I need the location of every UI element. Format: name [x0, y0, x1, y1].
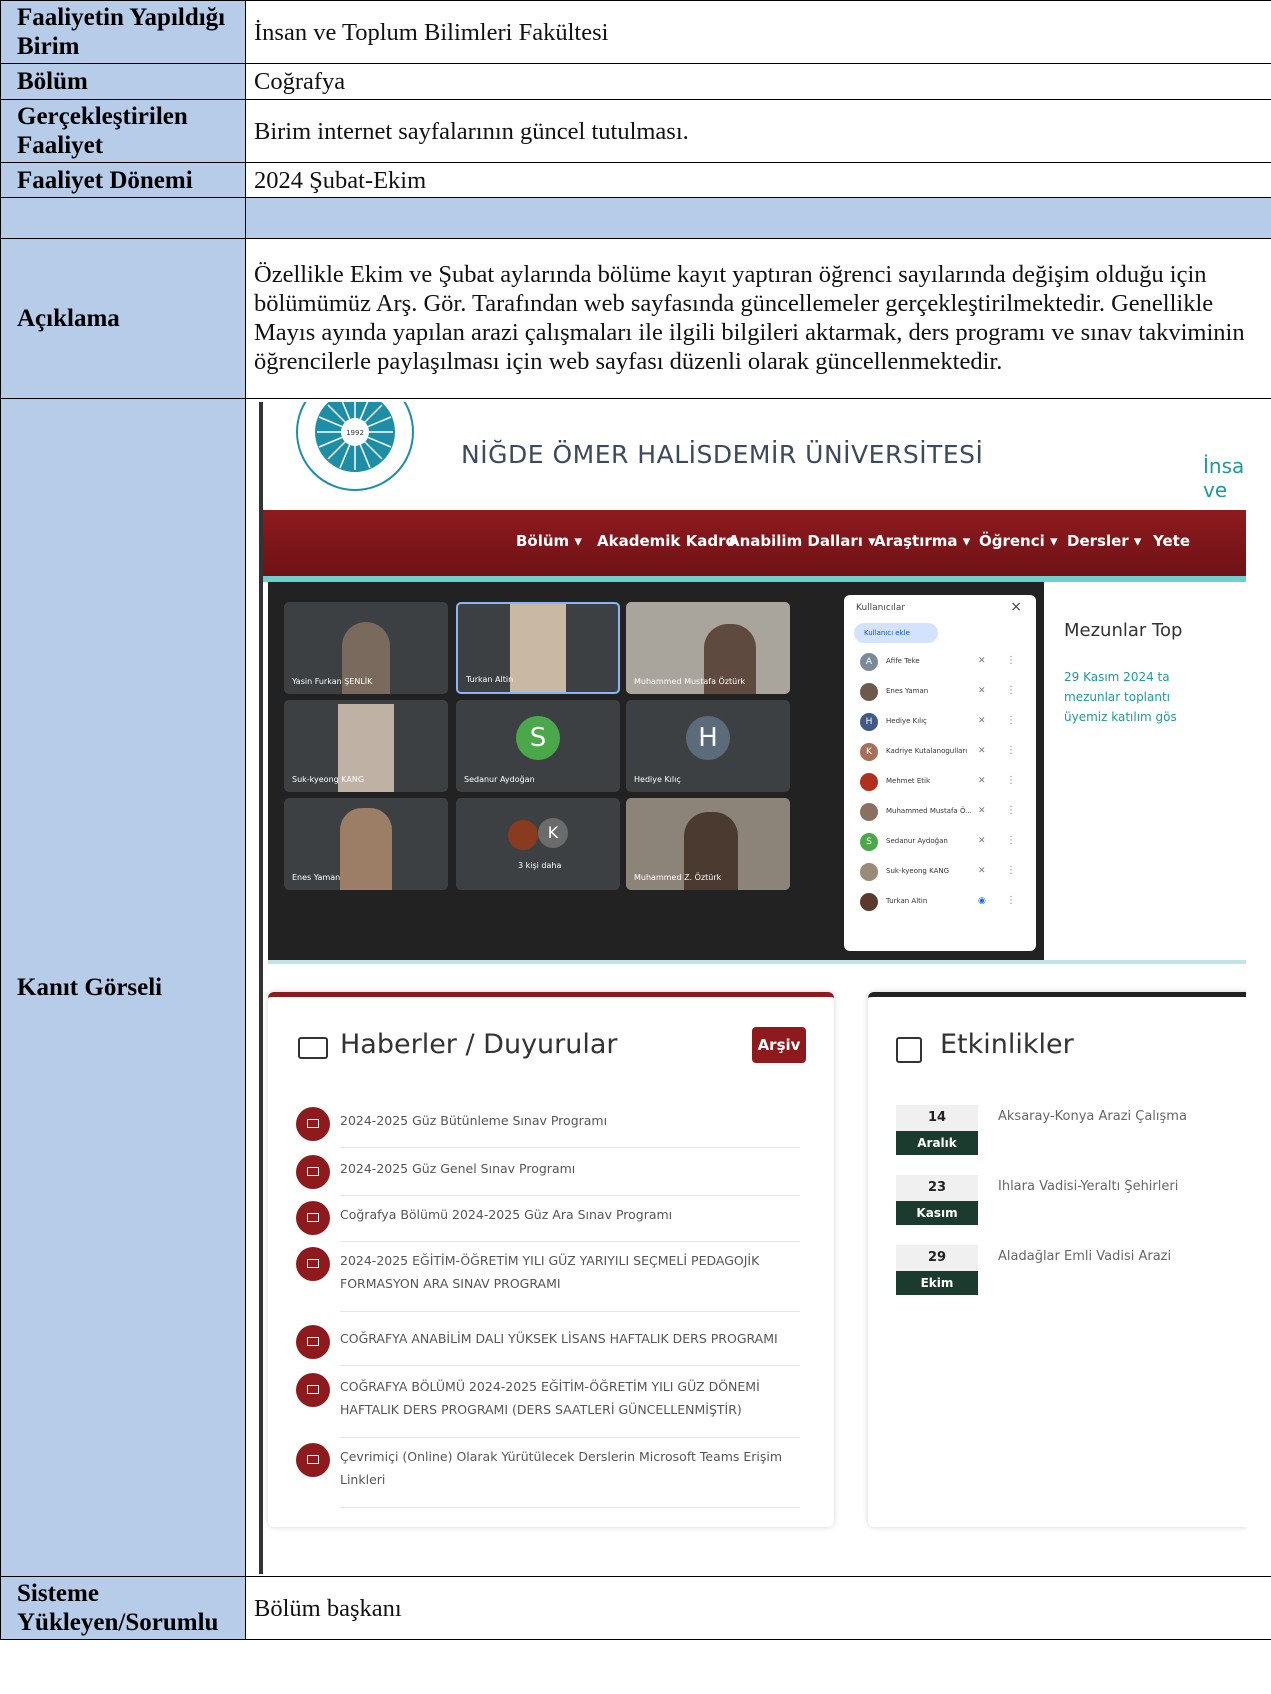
tile-name: Enes Yaman [292, 872, 341, 882]
video-tile: H Hediye Kılıç [626, 699, 790, 792]
tile-name: Muhammed Z. Öztürk [634, 872, 722, 882]
events-card: Etkinlikler 14 Aralık Aksaray-Konya Araz… [868, 991, 1246, 1527]
video-tile: S Sedanur Aydoğan [456, 699, 620, 792]
video-tile: Muhammed Mustafa Öztürk [626, 601, 790, 694]
event-day: 29 [896, 1244, 978, 1271]
calendar-icon [896, 1036, 922, 1063]
section-divider [268, 959, 1246, 964]
add-user-button[interactable]: Kullanıcı ekle [854, 622, 938, 643]
nav-item-akademik-kadro[interactable]: Akademik Kadro [597, 532, 736, 550]
event-month: Kasım [896, 1200, 978, 1225]
participants-title: Kullanıcılar [856, 602, 906, 613]
activity-value: Birim internet sayfalarının güncel tutul… [245, 99, 1271, 163]
news-icon [296, 1442, 330, 1477]
website-screenshot: 1992 NİĞDE ÖMER HALİSDEMİR ÜNİVERSİTESİ … [246, 401, 1246, 1574]
nav-item-ogrenci[interactable]: Öğrenci ▾ [979, 532, 1058, 550]
tile-name: Turkan Altin [466, 674, 514, 684]
newspaper-icon [298, 1036, 328, 1059]
logo-year: 1992 [346, 429, 364, 437]
nav-item-yete[interactable]: Yete [1153, 532, 1190, 550]
participant-video [510, 603, 566, 692]
faculty-link[interactable]: İnsan ve [1203, 454, 1246, 502]
video-tile: Enes Yaman [284, 797, 448, 890]
close-icon[interactable]: × [1010, 599, 1022, 615]
video-tile: Muhammed Z. Öztürk [626, 797, 790, 890]
university-name: NİĞDE ÖMER HALİSDEMİR ÜNİVERSİTESİ [461, 439, 984, 469]
event-month: Aralık [896, 1130, 978, 1155]
news-icon [296, 1154, 330, 1189]
participants-panel: Kullanıcılar × Kullanıcı ekle A Afife Tek… [844, 594, 1036, 951]
event-item[interactable]: 14 Aralık Aksaray-Konya Arazi Çalışma [896, 1104, 1246, 1157]
tile-name: Suk-kyeong KANG [292, 774, 365, 784]
news-card: Haberler / Duyurular Arşiv 2024-2025 Güz… [268, 991, 834, 1527]
spacer-row-right [245, 197, 1271, 239]
period-value: 2024 Şubat-Ekim [245, 162, 1271, 198]
avatar: S [516, 715, 560, 760]
graduates-title: Mezunlar Top [1064, 619, 1183, 641]
activity-label: Gerçekleştirilen Faaliyet [0, 99, 246, 163]
main-nav: Bölüm ▾ Akademik Kadro Anabilim Dalları … [263, 509, 1246, 576]
evidence-image: 1992 NİĞDE ÖMER HALİSDEMİR ÜNİVERSİTESİ … [245, 398, 1271, 1577]
responsible-label: Sisteme Yükleyen/Sorumlu [0, 1576, 246, 1640]
tile-name: 3 kişi daha [518, 860, 562, 870]
university-header: 1992 NİĞDE ÖMER HALİSDEMİR ÜNİVERSİTESİ … [263, 401, 1246, 510]
video-tile: K 3 kişi daha [456, 797, 620, 890]
nav-item-bolum[interactable]: Bölüm ▾ [516, 532, 582, 550]
news-icon [296, 1372, 330, 1407]
archive-button[interactable]: Arşiv [752, 1026, 806, 1063]
news-icon [296, 1200, 330, 1235]
activity-form: Faaliyetin Yapıldığı Birim İnsan ve Topl… [0, 0, 1271, 1694]
event-item[interactable]: 23 Kasım Ihlara Vadisi-Yeraltı Şehirleri [896, 1174, 1246, 1227]
events-title: Etkinlikler [940, 1028, 1074, 1060]
avatar [508, 819, 538, 850]
news-icon [296, 1324, 330, 1359]
dept-value: Coğrafya [245, 63, 1271, 100]
period-label: Faaliyet Dönemi [0, 162, 246, 198]
dept-label: Bölüm [0, 63, 246, 100]
news-icon [296, 1106, 330, 1141]
event-month: Ekim [896, 1270, 978, 1295]
event-item[interactable]: 29 Ekim Aladağlar Emli Vadisi Arazi [896, 1244, 1246, 1297]
avatar: H [686, 715, 730, 760]
video-tile: Suk-kyeong KANG [284, 699, 448, 792]
evidence-label: Kanıt Görseli [0, 398, 246, 1577]
avatar: K [538, 817, 568, 848]
tile-name: Yasin Furkan ŞENLİK [292, 676, 373, 686]
event-day: 14 [896, 1104, 978, 1131]
unit-value: İnsan ve Toplum Bilimleri Fakültesi [245, 0, 1271, 64]
event-day: 23 [896, 1174, 978, 1201]
graduates-text[interactable]: 29 Kasım 2024 ta [1064, 670, 1170, 684]
nav-item-anabilim-dallari[interactable]: Anabilim Dalları ▾ [728, 532, 876, 550]
participant-video [340, 807, 392, 890]
university-logo-icon: 1992 [296, 401, 414, 491]
nav-item-arastirma[interactable]: Araştırma ▾ [874, 532, 970, 550]
graduates-text[interactable]: üyemiz katılım gös [1064, 710, 1177, 724]
news-title: Haberler / Duyurular [340, 1028, 618, 1060]
spacer-row-left [0, 197, 246, 239]
nav-item-dersler[interactable]: Dersler ▾ [1067, 532, 1141, 550]
activity-table: Faaliyetin Yapıldığı Birim İnsan ve Topl… [0, 0, 1271, 1640]
news-icon [296, 1246, 330, 1281]
tile-name: Muhammed Mustafa Öztürk [634, 676, 746, 686]
tile-name: Hediye Kılıç [634, 774, 681, 784]
desc-value: Özellikle Ekim ve Şubat aylarında bölüme… [245, 238, 1271, 399]
event-title: Aksaray-Konya Arazi Çalışma [998, 1108, 1187, 1124]
desc-label: Açıklama [0, 238, 246, 399]
event-title: Aladağlar Emli Vadisi Arazi [998, 1248, 1172, 1264]
event-title: Ihlara Vadisi-Yeraltı Şehirleri [998, 1178, 1179, 1194]
video-tile: Turkan Altin [456, 601, 620, 694]
graduates-section: Mezunlar Top 29 Kasım 2024 ta mezunlar t… [1046, 581, 1246, 960]
tile-name: Sedanur Aydoğan [464, 774, 535, 784]
responsible-value: Bölüm başkanı [245, 1576, 1271, 1640]
graduates-text[interactable]: mezunlar toplantı [1064, 690, 1170, 704]
unit-label: Faaliyetin Yapıldığı Birim [0, 0, 246, 64]
video-tile: Yasin Furkan ŞENLİK [284, 601, 448, 694]
